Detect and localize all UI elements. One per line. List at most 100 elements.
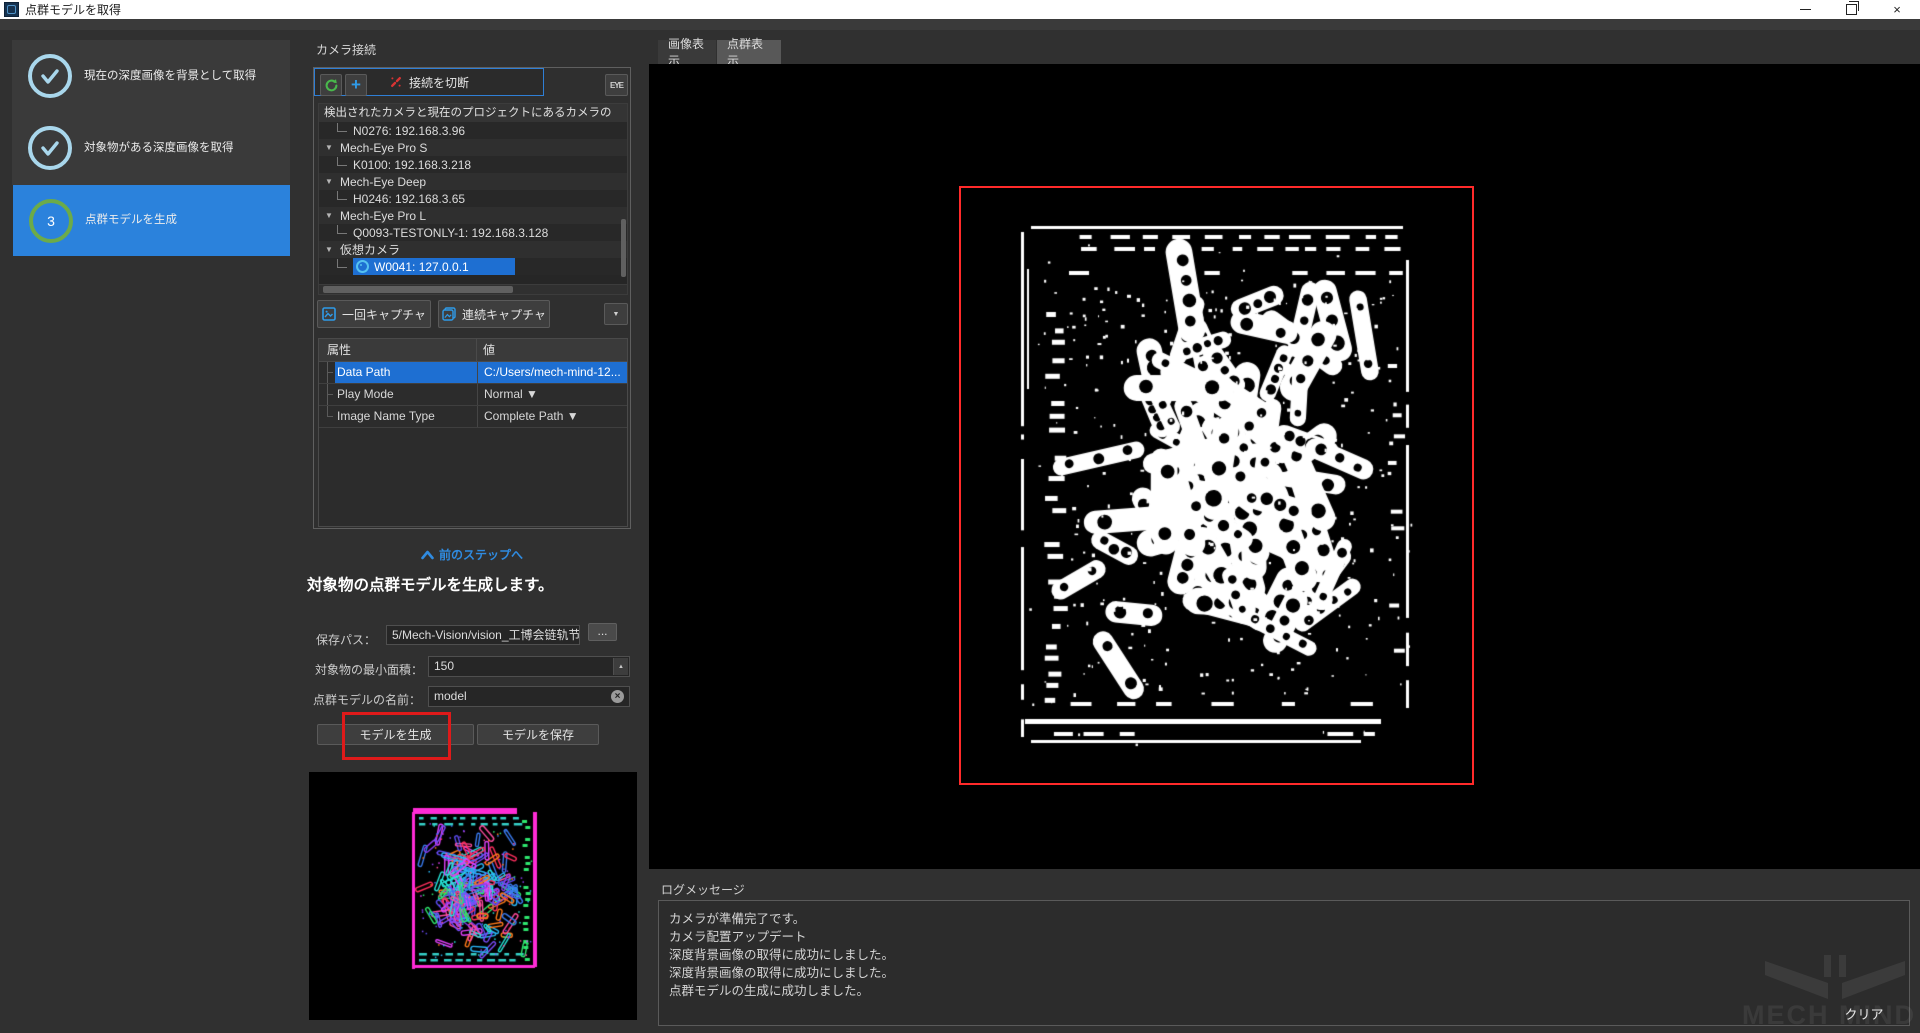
step-2[interactable]: 対象物がある深度画像を取得 bbox=[12, 112, 290, 184]
selected-camera-row[interactable]: W0041: 127.0.0.1 bbox=[353, 258, 515, 275]
add-camera-button[interactable]: + bbox=[345, 74, 367, 96]
camera-group-pro-l[interactable]: ▼ Mech-Eye Pro L bbox=[319, 207, 627, 224]
capture-once-button[interactable]: 一回キャプチャ bbox=[317, 300, 431, 328]
save-path-input[interactable]: 5/Mech-Vision/vision_工博会链轨节 bbox=[386, 625, 580, 645]
tree-elbow bbox=[337, 191, 347, 200]
refresh-button[interactable] bbox=[320, 74, 342, 96]
minimize-button[interactable] bbox=[1782, 0, 1828, 19]
camera-column: カメラ接続 + 接続を切断 EYE 検出されたカメラと現在のプロジェクトにあるカ… bbox=[302, 30, 645, 1033]
tree-vertical-scrollbar[interactable] bbox=[621, 219, 626, 277]
step-1[interactable]: 現在の深度画像を背景として取得 bbox=[12, 40, 290, 112]
refresh-icon bbox=[324, 78, 339, 93]
clear-log-button[interactable]: クリア bbox=[1838, 1004, 1890, 1022]
tree-horizontal-scrollbar[interactable] bbox=[319, 284, 627, 294]
camera-group-label: Mech-Eye Deep bbox=[340, 175, 426, 189]
title-bar: 点群モデルを取得 × bbox=[0, 0, 1920, 19]
spinner-up-button[interactable]: ▲ bbox=[614, 658, 628, 676]
camera-icon bbox=[356, 260, 369, 273]
continuous-capture-icon bbox=[442, 307, 456, 321]
chevron-down-icon: ▼ bbox=[613, 311, 620, 318]
previous-step-link[interactable]: 前のステップへ bbox=[362, 546, 582, 563]
camera-tree-header: 検出されたカメラと現在のプロジェクトにあるカメラの bbox=[319, 104, 627, 122]
save-path-label: 保存パス： bbox=[316, 631, 376, 648]
disconnect-label: 接続を切断 bbox=[409, 74, 469, 91]
window-title: 点群モデルを取得 bbox=[25, 1, 121, 18]
camera-group-label: Mech-Eye Pro S bbox=[340, 141, 427, 155]
camera-group-label: 仮想カメラ bbox=[340, 241, 400, 258]
capture-options-dropdown[interactable]: ▼ bbox=[604, 303, 628, 325]
camera-item-label: W0041: 127.0.0.1 bbox=[374, 260, 469, 274]
log-line: 深度背景画像の取得に成功にしました。 bbox=[669, 964, 1899, 982]
property-value[interactable]: C:/Users/mech-mind-12... bbox=[477, 362, 627, 383]
step-2-done-icon bbox=[28, 126, 72, 170]
model-name-input[interactable]: model × bbox=[428, 686, 630, 707]
camera-item-q0093[interactable]: Q0093-TESTONLY-1: 192.168.3.128 bbox=[319, 224, 627, 241]
restore-icon bbox=[1846, 4, 1857, 15]
min-area-input[interactable]: 150 ▲ ▼ bbox=[428, 656, 630, 677]
property-name: Data Path bbox=[335, 362, 477, 383]
tree-elbow bbox=[337, 225, 347, 234]
capture-continuous-button[interactable]: 連続キャプチャ bbox=[438, 300, 550, 328]
step-3-label: 点群モデルを生成 bbox=[85, 213, 281, 227]
roi-rectangle bbox=[959, 186, 1474, 785]
camera-tree[interactable]: 検出されたカメラと現在のプロジェクトにあるカメラの N0276: 192.168… bbox=[318, 103, 628, 295]
pointcloud-preview-canvas bbox=[309, 772, 637, 1020]
expander-icon[interactable]: ▼ bbox=[325, 211, 334, 220]
camera-item-n0276[interactable]: N0276: 192.168.3.96 bbox=[319, 122, 627, 139]
property-header-value: 値 bbox=[477, 339, 627, 361]
clear-input-icon[interactable]: × bbox=[611, 690, 624, 703]
save-model-button[interactable]: モデルを保存 bbox=[477, 724, 599, 745]
single-capture-icon bbox=[322, 307, 336, 321]
tree-elbow bbox=[337, 259, 347, 268]
camera-item-label: K0100: 192.168.3.218 bbox=[353, 158, 471, 172]
tree-elbow bbox=[337, 123, 347, 132]
spinner: ▲ ▼ bbox=[613, 658, 628, 675]
browse-button[interactable]: ... bbox=[588, 623, 617, 641]
property-row-data-path[interactable]: Data Path C:/Users/mech-mind-12... bbox=[319, 362, 627, 384]
broken-link-icon bbox=[389, 75, 403, 89]
generate-model-button[interactable]: モデルを生成 bbox=[317, 724, 474, 745]
pointcloud-viewport[interactable] bbox=[649, 64, 1920, 869]
log-line: カメラが準備完了です。 bbox=[669, 910, 1899, 928]
tree-branch bbox=[319, 384, 335, 405]
camera-group-label: Mech-Eye Pro L bbox=[340, 209, 426, 223]
property-header-name: 属性 bbox=[319, 339, 477, 361]
capture-continuous-label: 連続キャプチャ bbox=[462, 306, 546, 323]
property-row-image-name-type[interactable]: Image Name Type Complete Path ▼ bbox=[319, 406, 627, 428]
expander-icon[interactable]: ▼ bbox=[325, 177, 334, 186]
tab-image-view[interactable]: 画像表示 bbox=[658, 40, 716, 64]
camera-item-h0246[interactable]: H0246: 192.168.3.65 bbox=[319, 190, 627, 207]
camera-item-k0100[interactable]: K0100: 192.168.3.218 bbox=[319, 156, 627, 173]
camera-item-w0041-selected[interactable]: W0041: 127.0.0.1 bbox=[319, 258, 627, 275]
expander-icon[interactable]: ▼ bbox=[325, 245, 334, 254]
scrollbar-thumb[interactable] bbox=[323, 286, 513, 293]
close-button[interactable]: × bbox=[1874, 0, 1920, 19]
model-name-value: model bbox=[434, 689, 467, 703]
camera-group-virtual[interactable]: ▼ 仮想カメラ bbox=[319, 241, 627, 258]
camera-item-label: H0246: 192.168.3.65 bbox=[353, 192, 465, 206]
pointcloud-preview-panel bbox=[309, 772, 637, 1020]
minimize-icon bbox=[1800, 9, 1811, 10]
step-3-active[interactable]: 3 点群モデルを生成 bbox=[13, 185, 290, 256]
property-name: Image Name Type bbox=[335, 406, 477, 427]
close-icon: × bbox=[1893, 2, 1901, 17]
top-strip bbox=[0, 19, 1920, 30]
chevron-up-icon bbox=[421, 550, 434, 560]
form-heading: 対象物の点群モデルを生成します。 bbox=[307, 573, 641, 595]
expander-icon[interactable]: ▼ bbox=[325, 143, 334, 152]
property-value-dropdown[interactable]: Complete Path ▼ bbox=[477, 406, 627, 427]
tab-pointcloud-view[interactable]: 点群表示 bbox=[717, 40, 781, 64]
property-name: Play Mode bbox=[335, 384, 477, 405]
tree-branch bbox=[319, 362, 335, 383]
camera-group-pro-s[interactable]: ▼ Mech-Eye Pro S bbox=[319, 139, 627, 156]
eye-viewer-button[interactable]: EYE bbox=[605, 74, 628, 96]
restore-button[interactable] bbox=[1828, 0, 1874, 19]
camera-item-label: N0276: 192.168.3.96 bbox=[353, 124, 465, 138]
camera-connection-panel: + 接続を切断 EYE 検出されたカメラと現在のプロジェクトにあるカメラの N0… bbox=[313, 67, 631, 529]
tree-elbow bbox=[337, 157, 347, 166]
log-messages-box[interactable]: カメラが準備完了です。 カメラ配置アップデート 深度背景画像の取得に成功にしまし… bbox=[658, 900, 1910, 1026]
camera-group-deep[interactable]: ▼ Mech-Eye Deep bbox=[319, 173, 627, 190]
spinner-down-button[interactable]: ▼ bbox=[614, 676, 628, 677]
property-row-play-mode[interactable]: Play Mode Normal ▼ bbox=[319, 384, 627, 406]
property-value-dropdown[interactable]: Normal ▼ bbox=[477, 384, 627, 405]
